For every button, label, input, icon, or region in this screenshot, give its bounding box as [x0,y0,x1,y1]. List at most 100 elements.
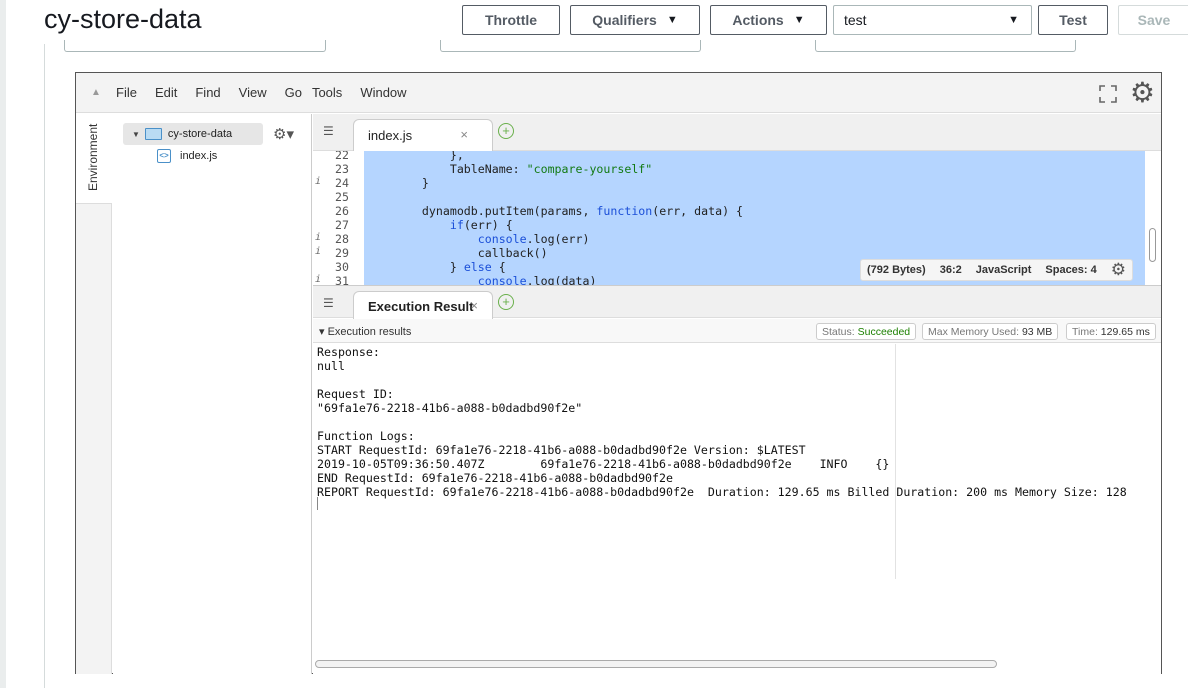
code-keyword: console [477,274,527,285]
tree-root-folder[interactable]: ▼ cy-store-data [123,123,263,145]
editor-settings-gear-icon[interactable]: ⚙ [1111,260,1126,280]
text-cursor [317,497,318,510]
tree-file-indexjs[interactable]: <> index.js [157,149,217,163]
code-token: callback() [394,246,548,260]
code-editor[interactable]: 22 }, 23 TableName: "compare-yourself" i 24… [313,151,1161,285]
status-badge: Status: Succeeded [816,323,917,340]
test-label: Test [1059,12,1087,28]
execution-results-toggle[interactable]: ▾ Execution results [319,325,411,338]
tab-execution-result-label: Execution Result [368,299,474,314]
menu-view[interactable]: View [239,85,267,100]
line-number: 30 [335,260,349,274]
ide-menubar: ▲ File Edit Find View Go Tools Window ⚙ [76,73,1161,113]
execution-results-header: ▾ Execution results Status: Succeeded Ma… [313,319,1161,343]
code-text: } [394,176,429,190]
actions-label: Actions [732,12,784,28]
execution-results-title: Execution results [327,326,412,338]
test-event-select[interactable]: test ▼ [833,5,1032,35]
line-number: 28 [335,232,349,246]
cloud9-ide: ▲ File Edit Find View Go Tools Window ⚙ … [75,72,1162,674]
editor-area: ☰ index.js × + 22 }, 23 TableName: "compa… [313,114,1161,674]
code-text: }, [394,151,464,162]
horizontal-scrollbar[interactable] [315,660,997,668]
indent-spaces[interactable]: Spaces: 4 [1045,264,1096,276]
tab-execution-result[interactable]: Execution Result × [353,291,493,319]
tree-settings-gear-icon[interactable]: ⚙▾ [273,125,294,143]
new-tab-plus-icon[interactable]: + [498,123,514,139]
output-line: Function Logs: [317,429,415,443]
code-token: .log(data) [526,274,597,285]
results-tabbar: ☰ Execution Result × + [313,285,1161,319]
code-string: "compare-yourself" [526,162,653,176]
line-number: 25 [335,190,349,204]
status-value: Succeeded [857,326,911,338]
code-text: console.log(err) [394,232,590,246]
fullscreen-icon[interactable] [1099,85,1117,103]
memory-value: 93 MB [1021,326,1053,338]
code-keyword: function [596,204,653,218]
menu-tools[interactable]: Tools [312,85,342,100]
time-value: 129.65 ms [1100,326,1150,338]
code-text: TableName: "compare-yourself" [394,162,652,176]
collapse-icon[interactable]: ▲ [76,87,116,98]
caret-down-icon: ▼ [1008,14,1019,26]
tree-root-label: cy-store-data [167,128,233,140]
code-text: if(err) { [394,218,513,232]
new-tab-plus-icon[interactable]: + [498,294,514,310]
field-stub [64,40,326,52]
code-token: } [394,176,429,190]
tab-indexjs[interactable]: index.js × [353,119,493,151]
output-line: END RequestId: 69fa1e76-2218-41b6-a088-b… [317,471,673,485]
save-button[interactable]: Save [1118,5,1188,35]
settings-gear-icon[interactable]: ⚙ [1130,79,1155,107]
line-number: 31 [335,274,349,285]
memory-badge: Max Memory Used: 93 MB [922,323,1059,340]
menu-go[interactable]: Go [285,85,302,100]
menu-edit[interactable]: Edit [155,85,177,100]
code-token: } [394,260,464,274]
output-line: null [317,359,345,373]
caret-down-icon: ▼ [793,14,805,26]
tree-file-label: index.js [180,150,218,162]
time-label: Time: [1072,326,1098,338]
close-icon[interactable]: × [470,298,478,313]
actions-button[interactable]: Actions ▼ [710,5,827,35]
tab-menu-icon[interactable]: ☰ [323,124,334,138]
qualifiers-button[interactable]: Qualifiers ▼ [570,5,700,35]
throttle-button[interactable]: Throttle [462,5,560,35]
cursor-position[interactable]: 36:2 [940,264,962,276]
output-line: REPORT RequestId: 69fa1e76-2218-41b6-a08… [317,485,1127,499]
tab-menu-icon[interactable]: ☰ [323,296,334,310]
line-number: 23 [335,162,349,176]
test-button[interactable]: Test [1038,5,1108,35]
expand-arrow-icon[interactable]: ▼ [132,130,140,139]
menu-window[interactable]: Window [360,85,406,100]
code-text: console.log(data) [394,274,597,285]
menu-find[interactable]: Find [195,85,220,100]
close-icon[interactable]: × [460,127,468,142]
code-token: }, [394,151,464,162]
code-token: TableName: [394,162,527,176]
code-token: (err) { [463,218,513,232]
execution-output[interactable]: Response: null Request ID: "69fa1e76-2218-4… [313,344,1161,674]
file-size: (792 Bytes) [867,264,926,276]
code-keyword: if [449,218,464,232]
time-badge: Time: 129.65 ms [1066,323,1156,340]
environment-side-tab[interactable]: Environment [76,114,112,674]
language-mode[interactable]: JavaScript [976,264,1032,276]
editor-tabbar: ☰ index.js × + [313,114,1161,151]
field-stub [815,40,1076,52]
code-token: .log(err) [526,232,590,246]
output-line: 2019-10-05T09:36:50.407Z 69fa1e76-2218-4… [317,457,890,471]
line-number: 24 [335,176,349,190]
line-number: 27 [335,218,349,232]
output-divider [895,344,896,579]
save-label: Save [1137,12,1171,28]
code-text: callback() [394,246,548,260]
menu-file[interactable]: File [116,85,137,100]
code-token: (err, data) { [652,204,744,218]
throttle-label: Throttle [484,12,538,28]
code-token: { [491,260,506,274]
editor-scrollbar[interactable] [1149,228,1156,262]
